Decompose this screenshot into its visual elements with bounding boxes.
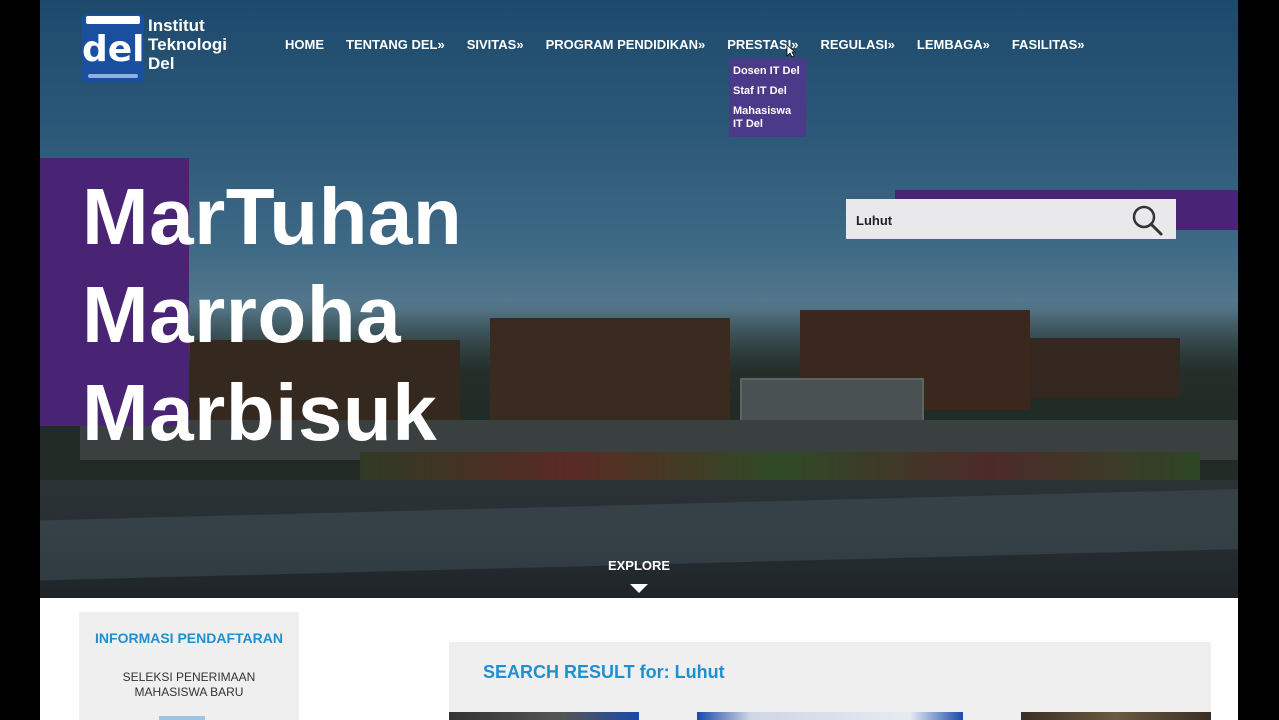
brand-line2: Teknologi bbox=[148, 35, 228, 54]
logo-bottom-stripe bbox=[88, 74, 138, 78]
dropdown-item-dosen[interactable]: Dosen IT Del bbox=[729, 62, 806, 82]
nav-item-fasilitas[interactable]: FASILITAS» bbox=[1012, 37, 1085, 52]
explore-arrow-icon[interactable] bbox=[630, 584, 648, 593]
brand-line3: Del bbox=[148, 54, 175, 73]
nav-item-tentang-del[interactable]: TENTANG DEL» bbox=[346, 37, 445, 52]
main-nav: HOME TENTANG DEL» SIVITAS» PROGRAM PENDI… bbox=[285, 37, 1107, 52]
nav-item-sivitas[interactable]: SIVITAS» bbox=[467, 37, 524, 52]
hero-hedge bbox=[360, 452, 1200, 480]
hero-headline-line1: MarTuhan bbox=[82, 172, 463, 261]
search-icon[interactable] bbox=[1130, 203, 1164, 237]
hero-banner: MarTuhan Marroha Marbisuk del Institut T… bbox=[40, 0, 1238, 598]
registration-text-line2: MAHASISWA BARU bbox=[134, 685, 244, 699]
registration-info-text[interactable]: SELEKSI PENERIMAAN MAHASISWA BARU bbox=[79, 670, 299, 700]
prestasi-dropdown: Dosen IT Del Staf IT Del Mahasiswa IT De… bbox=[729, 58, 806, 137]
hero-headline-line3: Marbisuk bbox=[82, 368, 438, 457]
nav-item-program-pendidikan[interactable]: PROGRAM PENDIDIKAN» bbox=[546, 37, 706, 52]
site-brand-name[interactable]: Institut Teknologi Del bbox=[148, 16, 227, 73]
logo-top-banner bbox=[86, 16, 140, 24]
logo-text: del bbox=[82, 29, 145, 70]
site-logo[interactable]: del bbox=[82, 14, 145, 82]
explore-link[interactable]: EXPLORE bbox=[40, 558, 1238, 573]
result-thumbnail[interactable] bbox=[449, 712, 639, 720]
hero-building-center bbox=[490, 318, 730, 423]
result-thumbnail[interactable] bbox=[697, 712, 963, 720]
nav-item-regulasi[interactable]: REGULASI» bbox=[820, 37, 894, 52]
registration-info-title: INFORMASI PENDAFTARAN bbox=[95, 630, 283, 646]
registration-text-line1: SELEKSI PENERIMAAN bbox=[122, 670, 256, 684]
nav-item-lembaga[interactable]: LEMBAGA» bbox=[917, 37, 990, 52]
search-box bbox=[846, 199, 1176, 239]
hero-headline-line2: Marroha bbox=[82, 270, 402, 359]
dropdown-item-mahasiswa[interactable]: Mahasiswa IT Del bbox=[729, 102, 806, 135]
hero-building-far-right bbox=[1030, 338, 1180, 398]
dropdown-item-staf[interactable]: Staf IT Del bbox=[729, 82, 806, 102]
registration-image[interactable] bbox=[159, 716, 205, 720]
page: MarTuhan Marroha Marbisuk del Institut T… bbox=[40, 0, 1238, 720]
registration-info-card: INFORMASI PENDAFTARAN SELEKSI PENERIMAAN… bbox=[79, 612, 299, 720]
search-results-title: SEARCH RESULT for: Luhut bbox=[483, 662, 725, 682]
search-input[interactable] bbox=[854, 208, 1118, 232]
mouse-cursor-icon bbox=[786, 44, 796, 58]
brand-line1: Institut bbox=[148, 16, 205, 35]
result-thumbnail[interactable] bbox=[1021, 712, 1211, 720]
nav-item-home[interactable]: HOME bbox=[285, 37, 324, 52]
search-results-panel: SEARCH RESULT for: Luhut bbox=[449, 642, 1211, 720]
hero-headline: MarTuhan Marroha Marbisuk bbox=[82, 168, 462, 462]
